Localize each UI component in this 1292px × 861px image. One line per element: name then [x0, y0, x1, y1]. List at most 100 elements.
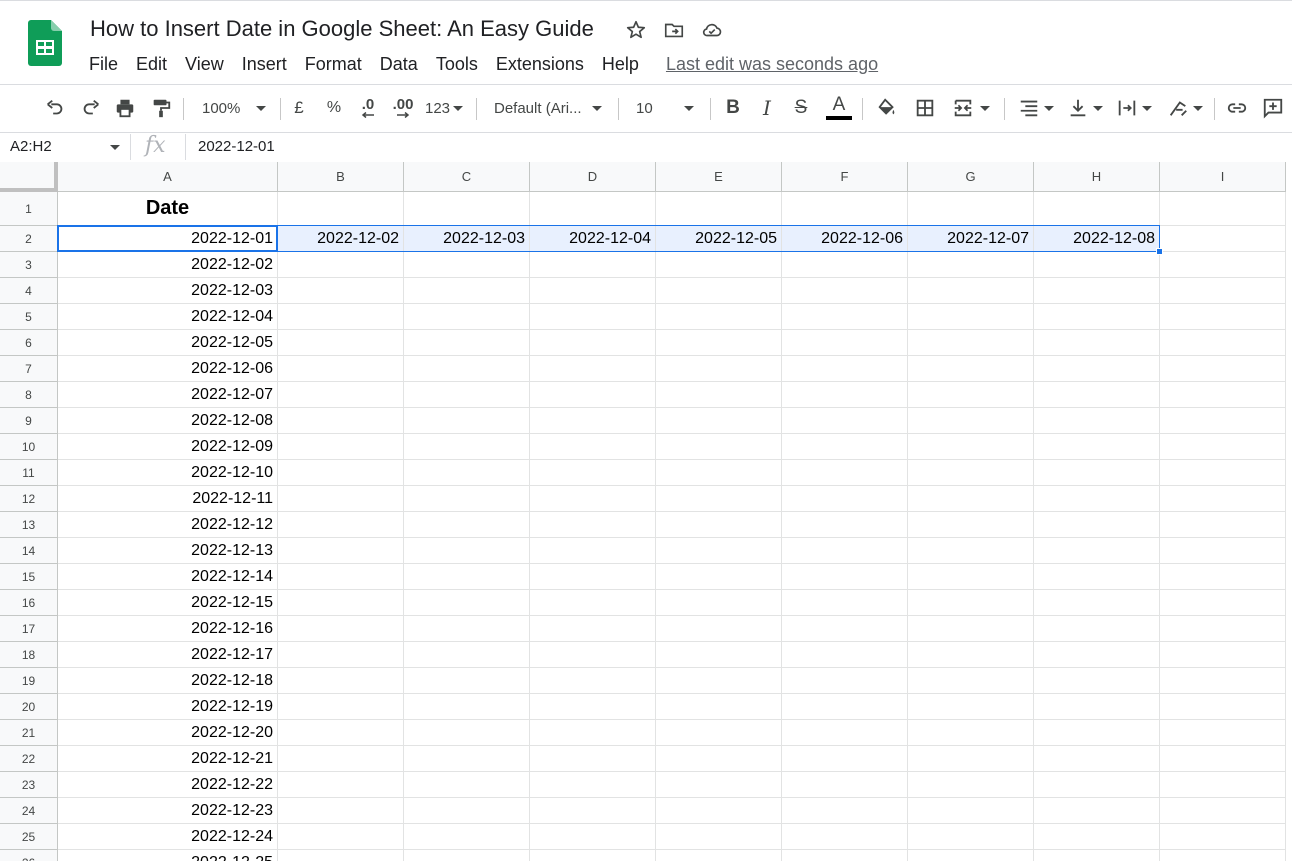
cell-c13[interactable]: [404, 512, 530, 538]
cell-d2[interactable]: 2022-12-04: [530, 226, 656, 252]
row-header-19[interactable]: 19: [0, 668, 58, 694]
cell-d3[interactable]: [530, 252, 656, 278]
row-header-10[interactable]: 10: [0, 434, 58, 460]
cell-e13[interactable]: [656, 512, 782, 538]
row-header-14[interactable]: 14: [0, 538, 58, 564]
italic-icon[interactable]: I: [754, 90, 780, 126]
cell-c5[interactable]: [404, 304, 530, 330]
cell-i16[interactable]: [1160, 590, 1286, 616]
cell-g22[interactable]: [908, 746, 1034, 772]
cell-b12[interactable]: [278, 486, 404, 512]
cell-i13[interactable]: [1160, 512, 1286, 538]
cell-h9[interactable]: [1034, 408, 1160, 434]
cell-h22[interactable]: [1034, 746, 1160, 772]
cell-c9[interactable]: [404, 408, 530, 434]
cell-f4[interactable]: [782, 278, 908, 304]
cell-d19[interactable]: [530, 668, 656, 694]
cell-g19[interactable]: [908, 668, 1034, 694]
cell-d22[interactable]: [530, 746, 656, 772]
document-title[interactable]: How to Insert Date in Google Sheet: An E…: [90, 16, 594, 42]
cell-e24[interactable]: [656, 798, 782, 824]
cell-g14[interactable]: [908, 538, 1034, 564]
percent-format-button[interactable]: %: [322, 90, 346, 126]
cell-g12[interactable]: [908, 486, 1034, 512]
cell-c15[interactable]: [404, 564, 530, 590]
cell-c12[interactable]: [404, 486, 530, 512]
cell-g7[interactable]: [908, 356, 1034, 382]
column-header-d[interactable]: D: [530, 162, 656, 192]
cell-i14[interactable]: [1160, 538, 1286, 564]
cell-c23[interactable]: [404, 772, 530, 798]
borders-icon[interactable]: [910, 90, 940, 126]
cell-e17[interactable]: [656, 616, 782, 642]
cell-i7[interactable]: [1160, 356, 1286, 382]
cell-f18[interactable]: [782, 642, 908, 668]
cell-c20[interactable]: [404, 694, 530, 720]
cell-a25[interactable]: 2022-12-24: [58, 824, 278, 850]
print-icon[interactable]: [110, 90, 140, 126]
cell-c3[interactable]: [404, 252, 530, 278]
cell-g1[interactable]: [908, 192, 1034, 226]
cell-g15[interactable]: [908, 564, 1034, 590]
column-header-c[interactable]: C: [404, 162, 530, 192]
cell-e11[interactable]: [656, 460, 782, 486]
cell-f8[interactable]: [782, 382, 908, 408]
menu-format[interactable]: Format: [296, 54, 371, 75]
cell-h8[interactable]: [1034, 382, 1160, 408]
row-header-26[interactable]: 26: [0, 850, 58, 861]
cell-i20[interactable]: [1160, 694, 1286, 720]
row-header-20[interactable]: 20: [0, 694, 58, 720]
row-header-6[interactable]: 6: [0, 330, 58, 356]
cell-h2[interactable]: 2022-12-08: [1034, 226, 1160, 252]
cell-d10[interactable]: [530, 434, 656, 460]
zoom-select[interactable]: 100%: [194, 90, 274, 126]
cell-d11[interactable]: [530, 460, 656, 486]
cell-h4[interactable]: [1034, 278, 1160, 304]
cell-h12[interactable]: [1034, 486, 1160, 512]
cell-i21[interactable]: [1160, 720, 1286, 746]
cell-a9[interactable]: 2022-12-08: [58, 408, 278, 434]
cell-e7[interactable]: [656, 356, 782, 382]
cell-d23[interactable]: [530, 772, 656, 798]
column-header-e[interactable]: E: [656, 162, 782, 192]
menu-insert[interactable]: Insert: [233, 54, 296, 75]
cell-g16[interactable]: [908, 590, 1034, 616]
cell-h19[interactable]: [1034, 668, 1160, 694]
cell-d26[interactable]: [530, 850, 656, 861]
row-header-15[interactable]: 15: [0, 564, 58, 590]
text-wrapping-icon[interactable]: [1112, 90, 1156, 126]
cell-h26[interactable]: [1034, 850, 1160, 861]
cell-f9[interactable]: [782, 408, 908, 434]
cell-c1[interactable]: [404, 192, 530, 226]
paint-format-icon[interactable]: [146, 90, 176, 126]
cell-i10[interactable]: [1160, 434, 1286, 460]
cell-a2[interactable]: 2022-12-01: [58, 226, 278, 252]
row-header-18[interactable]: 18: [0, 642, 58, 668]
chevron-down-icon[interactable]: [110, 145, 120, 150]
name-box[interactable]: A2:H2: [10, 138, 52, 155]
cell-h14[interactable]: [1034, 538, 1160, 564]
cell-i1[interactable]: [1160, 192, 1286, 226]
cell-h6[interactable]: [1034, 330, 1160, 356]
cell-i25[interactable]: [1160, 824, 1286, 850]
cell-b3[interactable]: [278, 252, 404, 278]
cell-b16[interactable]: [278, 590, 404, 616]
menu-extensions[interactable]: Extensions: [487, 54, 593, 75]
cell-e20[interactable]: [656, 694, 782, 720]
row-header-4[interactable]: 4: [0, 278, 58, 304]
more-formats-select[interactable]: 123: [422, 90, 466, 126]
row-header-24[interactable]: 24: [0, 798, 58, 824]
cell-g17[interactable]: [908, 616, 1034, 642]
text-rotation-icon[interactable]: [1162, 90, 1208, 126]
cell-i12[interactable]: [1160, 486, 1286, 512]
cell-i19[interactable]: [1160, 668, 1286, 694]
cell-a18[interactable]: 2022-12-17: [58, 642, 278, 668]
cloud-saved-icon[interactable]: [700, 18, 724, 42]
cell-i6[interactable]: [1160, 330, 1286, 356]
cell-f14[interactable]: [782, 538, 908, 564]
move-to-folder-icon[interactable]: [662, 18, 686, 42]
cell-e3[interactable]: [656, 252, 782, 278]
cell-g4[interactable]: [908, 278, 1034, 304]
cell-d13[interactable]: [530, 512, 656, 538]
cell-b18[interactable]: [278, 642, 404, 668]
